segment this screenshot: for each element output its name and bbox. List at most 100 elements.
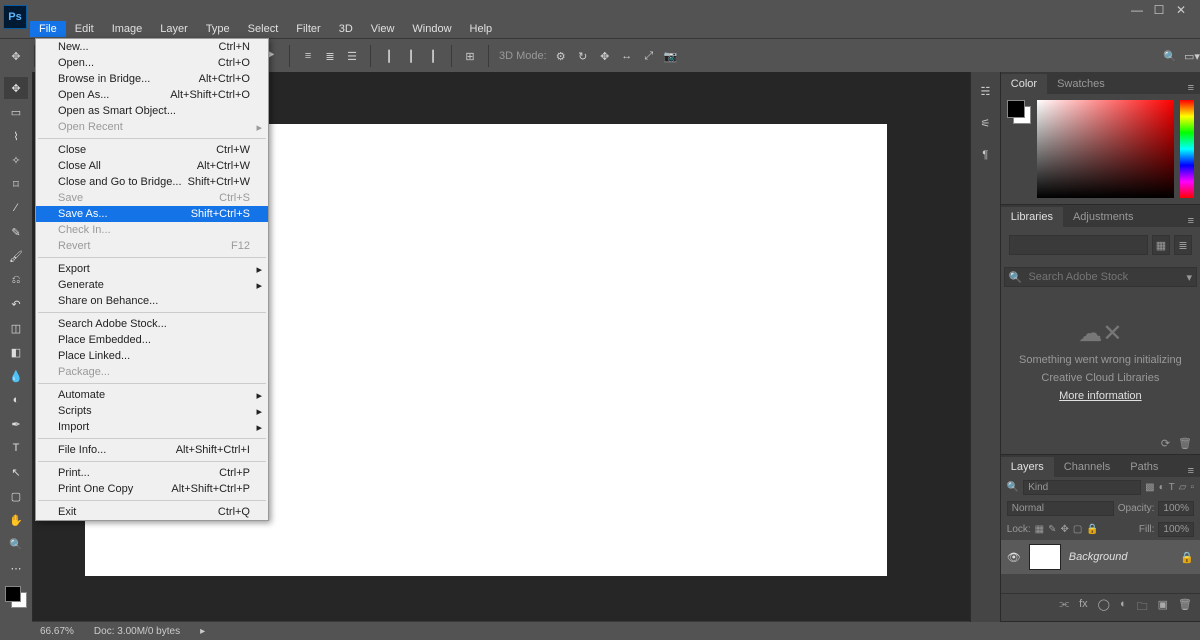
menu-item-scripts[interactable]: Scripts▸ (36, 403, 268, 419)
zoom-level[interactable]: 66.67% (40, 626, 74, 637)
zoom-tool[interactable]: 🔍 (4, 533, 28, 555)
library-selector[interactable] (1009, 235, 1148, 255)
filter-type-icon[interactable]: T (1169, 482, 1175, 493)
3d-pan-icon[interactable]: ✥ (597, 48, 613, 64)
menu-window[interactable]: Window (403, 21, 460, 37)
tab-layers[interactable]: Layers (1001, 457, 1054, 477)
lock-artboard-icon[interactable]: ▢ (1073, 524, 1082, 535)
lock-all-icon[interactable]: 🔒 (1086, 524, 1098, 535)
lasso-tool[interactable]: ⌇ (4, 125, 28, 147)
layer-name[interactable]: Background (1069, 551, 1128, 563)
distribute-vcenter-icon[interactable]: ≣ (322, 48, 338, 64)
menu-layer[interactable]: Layer (151, 21, 197, 37)
menu-item-place-linked[interactable]: Place Linked... (36, 348, 268, 364)
library-grid-view-icon[interactable]: ▦ (1152, 235, 1170, 255)
menu-help[interactable]: Help (461, 21, 502, 37)
adjustment-layer-icon[interactable]: ◐ (1120, 598, 1127, 617)
search-dropdown-icon[interactable]: ▾ (1186, 271, 1192, 284)
clone-stamp-tool[interactable]: ⎌ (4, 269, 28, 291)
hand-tool[interactable]: ✋ (4, 509, 28, 531)
opacity-value[interactable]: 100% (1158, 501, 1194, 516)
tab-color[interactable]: Color (1001, 74, 1047, 94)
close-button[interactable]: ✕ (1170, 3, 1192, 17)
color-panel-menu-icon[interactable]: ≡ (1182, 82, 1200, 94)
menu-item-open-as[interactable]: Open As...Alt+Shift+Ctrl+O (36, 87, 268, 103)
menu-item-open-as-smart-object[interactable]: Open as Smart Object... (36, 103, 268, 119)
menu-item-new[interactable]: New...Ctrl+N (36, 39, 268, 55)
tab-adjustments[interactable]: Adjustments (1063, 207, 1144, 227)
3d-slide-icon[interactable]: ↔ (619, 48, 635, 64)
distribute-hcenter-icon[interactable]: ┃ (403, 48, 419, 64)
eraser-tool[interactable]: ◫ (4, 317, 28, 339)
lock-transparency-icon[interactable]: ▦ (1035, 524, 1044, 535)
blend-mode-select[interactable]: Normal (1007, 501, 1114, 516)
maximize-button[interactable]: ☐ (1148, 3, 1170, 17)
lock-pixels-icon[interactable]: ✎ (1048, 524, 1056, 535)
tab-paths[interactable]: Paths (1120, 457, 1168, 477)
layer-visibility-icon[interactable]: 👁 (1007, 551, 1021, 564)
workspace-switcher-icon[interactable]: ▭▾ (1184, 48, 1200, 64)
menu-item-automate[interactable]: Automate▸ (36, 387, 268, 403)
distribute-bottom-icon[interactable]: ☰ (344, 48, 360, 64)
move-tool[interactable]: ✥ (4, 77, 28, 99)
distribute-top-icon[interactable]: ≡ (300, 48, 316, 64)
layer-thumbnail[interactable] (1029, 544, 1061, 570)
delete-layer-icon[interactable]: 🗑 (1178, 598, 1192, 617)
marquee-tool[interactable]: ▭ (4, 101, 28, 123)
type-tool[interactable]: T (4, 437, 28, 459)
menu-item-print-one-copy[interactable]: Print One CopyAlt+Shift+Ctrl+P (36, 481, 268, 497)
path-selection-tool[interactable]: ↖ (4, 461, 28, 483)
layer-filter-kind[interactable]: Kind (1023, 480, 1141, 495)
menu-item-share-on-behance[interactable]: Share on Behance... (36, 293, 268, 309)
search-icon[interactable]: 🔍 (1162, 48, 1178, 64)
magic-wand-tool[interactable]: ✧ (4, 149, 28, 171)
library-search-input[interactable] (1026, 270, 1182, 284)
layer-row-background[interactable]: 👁 Background 🔒 (1001, 540, 1200, 574)
new-layer-icon[interactable]: ▣ (1158, 598, 1168, 617)
menu-item-export[interactable]: Export▸ (36, 261, 268, 277)
menu-edit[interactable]: Edit (66, 21, 103, 37)
menu-item-file-info[interactable]: File Info...Alt+Shift+Ctrl+I (36, 442, 268, 458)
menu-file[interactable]: File (30, 21, 66, 37)
auto-align-icon[interactable]: ⊞ (462, 48, 478, 64)
link-layers-icon[interactable]: ⫘ (1059, 598, 1069, 617)
library-more-info-link[interactable]: More information (1059, 390, 1142, 402)
dodge-tool[interactable]: ◐ (4, 389, 28, 411)
eyedropper-tool[interactable]: ⁄ (4, 197, 28, 219)
tab-channels[interactable]: Channels (1054, 457, 1120, 477)
library-trash-icon[interactable]: 🗑 (1178, 437, 1192, 450)
menu-image[interactable]: Image (103, 21, 152, 37)
3d-zoom-icon[interactable]: ⤢ (641, 48, 657, 64)
edit-toolbar-icon[interactable]: ⋯ (4, 557, 28, 579)
status-arrow-icon[interactable]: ▸ (200, 626, 205, 637)
menu-item-exit[interactable]: ExitCtrl+Q (36, 504, 268, 520)
rectangle-tool[interactable]: ▢ (4, 485, 28, 507)
distribute-right-icon[interactable]: ┃ (425, 48, 441, 64)
filter-smart-icon[interactable]: ▫ (1190, 482, 1194, 493)
menu-item-generate[interactable]: Generate▸ (36, 277, 268, 293)
color-picker-field[interactable] (1037, 100, 1174, 198)
character-panel-icon[interactable]: ¶ (976, 146, 994, 164)
brush-tool[interactable]: 🖌 (4, 245, 28, 267)
healing-brush-tool[interactable]: ✎ (4, 221, 28, 243)
history-panel-icon[interactable]: ☵ (976, 82, 994, 100)
fill-value[interactable]: 100% (1158, 522, 1194, 537)
menu-item-save-as[interactable]: Save As...Shift+Ctrl+S (36, 206, 268, 222)
blur-tool[interactable]: 💧 (4, 365, 28, 387)
menu-3d[interactable]: 3D (330, 21, 362, 37)
minimize-button[interactable]: — (1126, 3, 1148, 17)
menu-item-close-and-go-to-bridge[interactable]: Close and Go to Bridge...Shift+Ctrl+W (36, 174, 268, 190)
gradient-tool[interactable]: ◧ (4, 341, 28, 363)
library-list-view-icon[interactable]: ≣ (1174, 235, 1192, 255)
tab-swatches[interactable]: Swatches (1047, 74, 1115, 94)
filter-adjustment-icon[interactable]: ◐ (1159, 482, 1165, 493)
layer-filter-icon[interactable]: 🔍 (1007, 482, 1019, 493)
menu-type[interactable]: Type (197, 21, 239, 37)
menu-item-search-adobe-stock[interactable]: Search Adobe Stock... (36, 316, 268, 332)
lock-position-icon[interactable]: ✥ (1061, 524, 1069, 535)
menu-item-close-all[interactable]: Close AllAlt+Ctrl+W (36, 158, 268, 174)
pen-tool[interactable]: ✒ (4, 413, 28, 435)
menu-item-print[interactable]: Print...Ctrl+P (36, 465, 268, 481)
distribute-left-icon[interactable]: ┃ (381, 48, 397, 64)
document-info[interactable]: Doc: 3.00M/0 bytes (94, 626, 180, 637)
